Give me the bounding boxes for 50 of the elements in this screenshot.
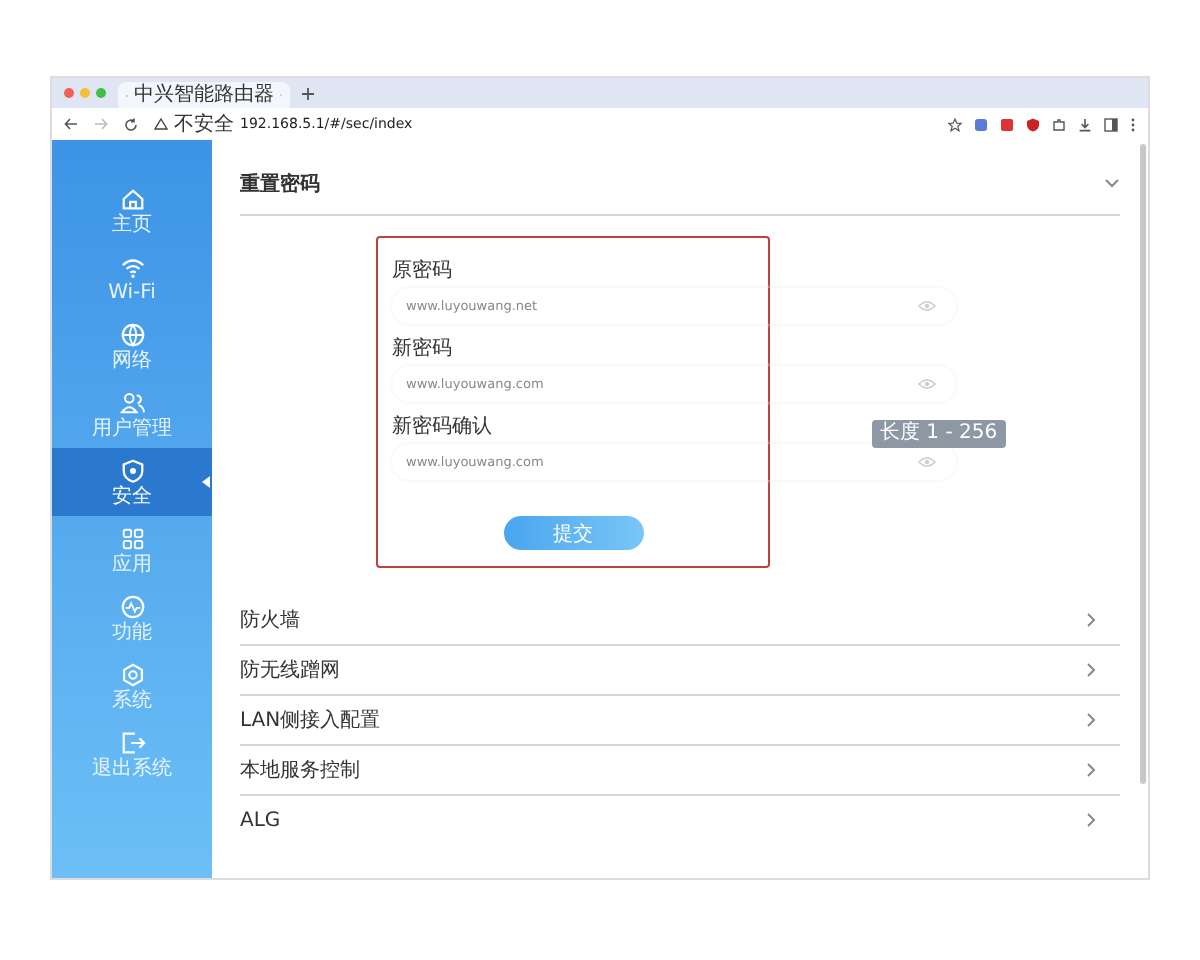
download-icon[interactable] — [1078, 117, 1092, 131]
sidebar-item[interactable]: 主页 — [52, 176, 212, 244]
chevron-right-icon — [1086, 612, 1096, 628]
puzzle-icon[interactable] — [1052, 117, 1066, 131]
gear-icon — [119, 661, 145, 687]
field-label: 新密码确认 — [392, 413, 494, 436]
tooltip: 长度 1 - 256 — [872, 420, 1006, 448]
sidebar-item[interactable]: 安全 — [52, 448, 212, 516]
settings-row[interactable]: LAN侧接入配置 — [240, 696, 1120, 746]
logout-icon — [119, 729, 145, 755]
pulse-icon — [119, 593, 145, 619]
shield-icon — [119, 457, 145, 483]
new-tab-icon[interactable] — [302, 87, 314, 99]
chevron-right-icon — [1086, 812, 1096, 828]
settings-row[interactable]: ALG — [240, 796, 1120, 844]
security-label: 不安全 — [174, 111, 234, 138]
back-icon[interactable] — [64, 118, 78, 130]
browser-tab[interactable]: 中兴智能路由器 — [118, 82, 290, 108]
chevron-right-icon — [1086, 712, 1096, 728]
sidebar-item[interactable]: 退出系统 — [52, 720, 212, 788]
globe-icon — [119, 321, 145, 347]
users-icon — [119, 389, 145, 415]
wifi-icon — [119, 253, 145, 279]
menu-icon[interactable] — [1130, 117, 1136, 131]
sidebar-item[interactable]: Wi-Fi — [52, 244, 212, 312]
close-window-dot[interactable] — [64, 88, 74, 98]
chevron-right-icon — [1086, 762, 1096, 778]
side-panel-icon[interactable] — [1104, 117, 1118, 131]
scrollbar[interactable] — [1140, 144, 1146, 784]
reload-icon[interactable] — [124, 117, 138, 131]
maximize-window-dot[interactable] — [96, 88, 106, 98]
sidebar-item[interactable]: 网络 — [52, 312, 212, 380]
grid-icon — [119, 525, 145, 551]
settings-row[interactable]: 防无线蹭网 — [240, 646, 1120, 696]
settings-row[interactable]: 防火墙 — [240, 596, 1120, 646]
shield-icon[interactable] — [1026, 117, 1040, 131]
section-title: 重置密码 — [240, 171, 320, 197]
sidebar-item[interactable]: 功能 — [52, 584, 212, 652]
field-label: 新密码 — [392, 335, 454, 358]
field-label: 原密码 — [392, 257, 454, 280]
minimize-window-dot[interactable] — [80, 88, 90, 98]
home-icon — [119, 185, 145, 211]
warning-icon — [154, 118, 168, 130]
submit-button[interactable]: 提交 — [503, 516, 643, 550]
sidebar-item[interactable]: 应用 — [52, 516, 212, 584]
sidebar-item[interactable]: 系统 — [52, 652, 212, 720]
star-icon[interactable] — [948, 117, 962, 131]
sidebar-item[interactable]: 用户管理 — [52, 380, 212, 448]
chevron-right-icon — [1086, 662, 1096, 678]
settings-row[interactable]: 本地服务控制 — [240, 746, 1120, 796]
